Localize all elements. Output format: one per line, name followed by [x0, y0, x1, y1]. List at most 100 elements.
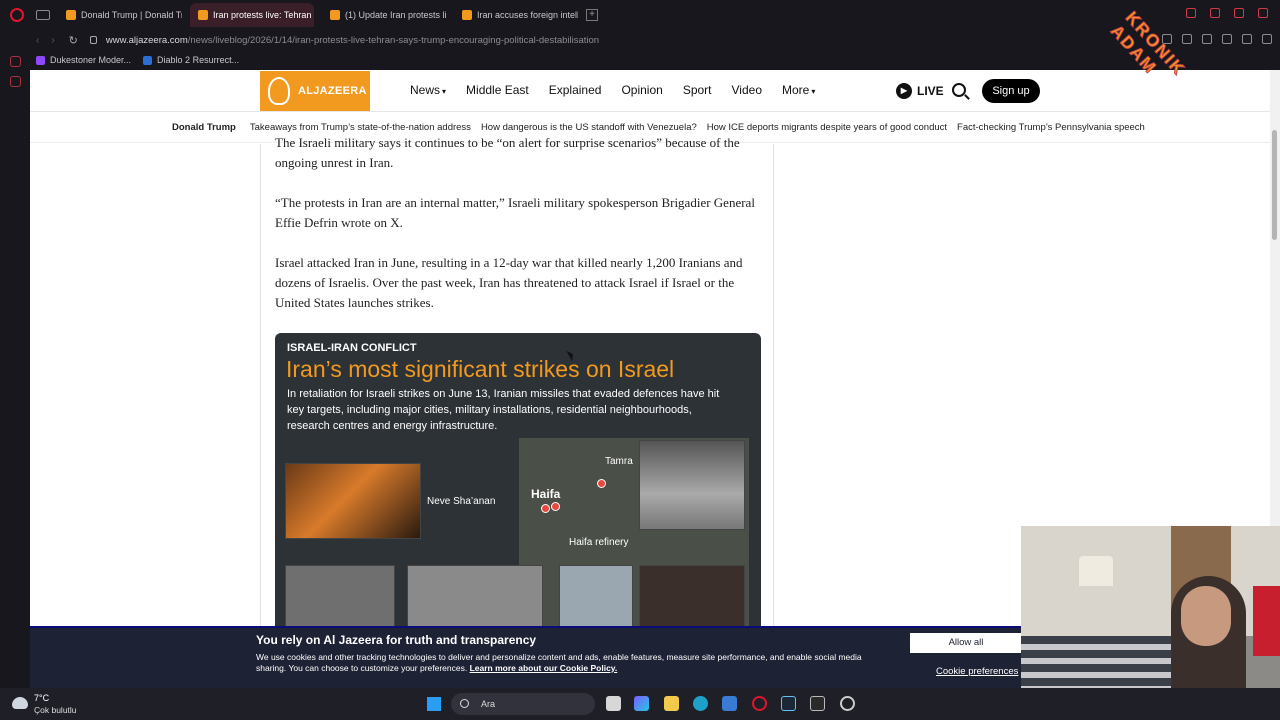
tab-title: Iran protests live: Tehran s [213, 10, 314, 20]
epic-games-icon[interactable] [810, 696, 825, 711]
search-icon[interactable] [952, 83, 966, 97]
weather-temperature[interactable]: 7°C [34, 693, 49, 703]
task-view-icon[interactable] [606, 696, 621, 711]
opera-gx-icon[interactable] [752, 696, 767, 711]
infographic-photo [407, 565, 543, 633]
app-icon[interactable] [840, 696, 855, 711]
live-label: LIVE [917, 84, 944, 98]
nav-item-sport[interactable]: Sport [683, 83, 712, 97]
browser-tab-bar: Donald Trump | Donald Tru Iran protests … [0, 0, 1280, 30]
infographic-kicker: ISRAEL-IRAN CONFLICT [287, 342, 417, 354]
twitch-icon [36, 55, 45, 65]
reload-icon[interactable]: ↻ [69, 34, 78, 47]
cookie-banner: You rely on Al Jazeera for truth and tra… [30, 626, 1022, 688]
copilot-icon[interactable] [634, 696, 649, 711]
steam-icon[interactable] [781, 696, 796, 711]
browser-tab[interactable]: (1) Update Iran protests liv [322, 3, 446, 27]
aljazeera-favicon-icon [198, 10, 208, 20]
store-icon[interactable] [722, 696, 737, 711]
url-path[interactable]: /news/liveblog/2026/1/14/iran-protests-l… [188, 35, 599, 46]
taskbar-search[interactable]: Ara [451, 693, 595, 715]
logo-text: ALJAZEERA [298, 85, 367, 97]
bookmark-item[interactable]: Dukestoner Moder... [36, 55, 131, 65]
cookie-title: You rely on Al Jazeera for truth and tra… [256, 633, 537, 647]
cookie-text: We use cookies and other tracking techno… [256, 652, 886, 674]
cloud-icon[interactable] [12, 697, 28, 709]
topic-link[interactable]: How dangerous is the US standoff with Ve… [481, 122, 697, 133]
address-bar-tools [1162, 34, 1272, 44]
heart-icon[interactable] [1202, 34, 1212, 44]
bookmark-label: Dukestoner Moder... [50, 55, 132, 65]
nav-item-video[interactable]: Video [732, 83, 762, 97]
profile-icon[interactable] [1222, 34, 1232, 44]
bookmark-item[interactable]: Diablo 2 Resurrect... [143, 55, 239, 65]
url-host[interactable]: www.aljazeera.com [106, 35, 188, 46]
infographic-photo [639, 565, 745, 633]
article-paragraph: “The protests in Iran are an internal ma… [275, 195, 755, 230]
sidebar-messenger-icon[interactable] [10, 56, 21, 67]
browser-tab[interactable]: Donald Trump | Donald Tru [58, 3, 182, 27]
scrollbar-thumb[interactable] [1272, 130, 1277, 240]
infographic-photo [559, 565, 633, 633]
menu-icon[interactable] [1262, 34, 1272, 44]
shield-icon[interactable] [1182, 34, 1192, 44]
windows-taskbar: 7°C Çok bulutlu Ara [0, 688, 1280, 720]
topics-lead[interactable]: Donald Trump [172, 122, 236, 133]
infographic-photo [285, 565, 395, 633]
nav-item-news[interactable]: News [410, 83, 446, 97]
sign-up-button[interactable]: Sign up [982, 79, 1040, 103]
tab-title: (1) Update Iran protests liv [345, 10, 446, 20]
back-forward-icons[interactable]: ‹› [36, 35, 67, 46]
lock-icon[interactable] [89, 36, 97, 44]
main-nav: News Middle East Explained Opinion Sport… [410, 83, 815, 97]
topic-link[interactable]: Takeaways from Trump’s state-of-the-nati… [250, 122, 471, 133]
tab-title: Iran accuses foreign intelli [477, 10, 578, 20]
live-button[interactable]: ▶ LIVE [896, 83, 944, 99]
close-icon[interactable] [1258, 8, 1268, 18]
window-controls [1186, 8, 1268, 18]
nav-item-middle-east[interactable]: Middle East [466, 83, 529, 97]
minimize-icon[interactable] [1210, 8, 1220, 18]
file-explorer-icon[interactable] [664, 696, 679, 711]
aljazeera-favicon-icon [330, 10, 340, 20]
cookie-preferences-link[interactable]: Cookie preferences [936, 666, 1018, 677]
webcam-face [1181, 586, 1231, 646]
bookmark-label: Diablo 2 Resurrect... [157, 55, 240, 65]
infographic-image[interactable]: ISRAEL-IRAN CONFLICT Iran’s most signifi… [275, 333, 761, 633]
allow-all-button[interactable]: Allow all [910, 633, 1022, 653]
new-tab-button[interactable]: + [586, 9, 598, 21]
search-tabs-icon[interactable] [1186, 8, 1196, 18]
sidebar-player-icon[interactable] [10, 76, 21, 87]
browser-tab-active[interactable]: Iran protests live: Tehran s [190, 3, 314, 27]
maximize-icon[interactable] [1234, 8, 1244, 18]
article-paragraph: Israel attacked Iran in June, resulting … [275, 255, 743, 310]
infographic-photo [285, 463, 421, 539]
map-label: Tamra [605, 456, 633, 467]
infographic-title: Iran’s most significant strikes on Israe… [286, 356, 675, 382]
nav-item-more[interactable]: More [782, 83, 815, 97]
aljazeera-logo-icon [268, 77, 290, 105]
infographic-photo [639, 440, 745, 530]
opera-logo-icon[interactable] [10, 8, 24, 22]
aljazeera-favicon-icon [462, 10, 472, 20]
play-icon: ▶ [896, 83, 912, 99]
address-bar: ‹› ↻ www.aljazeera.com /news/liveblog/20… [0, 30, 1280, 50]
aljazeera-logo[interactable]: ALJAZEERA [260, 71, 370, 111]
browser-tab[interactable]: Iran accuses foreign intelli [454, 3, 578, 27]
topic-link[interactable]: How ICE deports migrants despite years o… [707, 122, 947, 133]
infographic-body: In retaliation for Israeli strikes on Ju… [287, 388, 720, 432]
windows-start-icon[interactable] [427, 697, 441, 711]
nav-item-opinion[interactable]: Opinion [621, 83, 662, 97]
screen: Donald Trump | Donald Tru Iran protests … [0, 0, 1280, 720]
article-paragraph: The Israeli military says it continues t… [275, 135, 740, 170]
nav-item-explained[interactable]: Explained [549, 83, 602, 97]
edge-icon[interactable] [693, 696, 708, 711]
map-marker-icon [551, 502, 560, 511]
weather-description[interactable]: Çok bulutlu [34, 705, 77, 715]
map-label: Haifa refinery [569, 537, 629, 548]
cookie-policy-link[interactable]: Learn more about our Cookie Policy. [470, 663, 618, 673]
tab-menu-icon[interactable] [36, 10, 50, 20]
aljazeera-favicon-icon [66, 10, 76, 20]
liveblog-article: The Israeli military says it continues t… [260, 135, 774, 688]
download-icon[interactable] [1242, 34, 1252, 44]
